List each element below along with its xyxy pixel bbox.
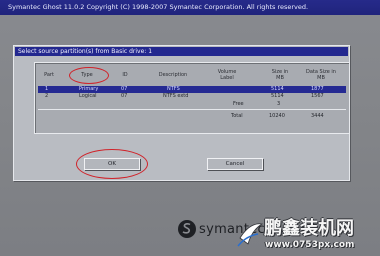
free-label: Free (233, 101, 244, 107)
partition-table: Part Type ID Description Volume Label Si… (34, 62, 350, 134)
total-size: 10240 (269, 113, 285, 119)
watermark-logo-icon (237, 223, 264, 247)
row1-data-size: 1877 (311, 86, 324, 92)
col-header-id: ID (122, 72, 128, 78)
annotation-circle-type (69, 67, 109, 84)
row2-part: 2 (45, 93, 49, 99)
row2-data-size: 1567 (311, 93, 324, 99)
window-title: Symantec Ghost 11.0.2 Copyright (C) 1998… (0, 0, 380, 15)
row2-size: 5114 (271, 93, 284, 99)
row1-description: NTFS (167, 86, 180, 92)
table-divider (38, 109, 346, 110)
row1-size: 5114 (271, 86, 284, 92)
ghost-screen: Symantec Ghost 11.0.2 Copyright (C) 1998… (0, 0, 380, 256)
symantec-logo-icon (178, 220, 196, 238)
total-data-size: 3444 (311, 113, 324, 119)
row2-type: Logical (79, 93, 97, 99)
total-label: Total (231, 113, 243, 119)
row1-part: 1 (45, 86, 49, 92)
col-header-description: Description (158, 72, 188, 78)
col-header-volume-label: Volume Label (217, 69, 237, 81)
annotation-circle-ok (76, 149, 148, 179)
watermark-site-name: 鹏鑫装机网 (264, 218, 354, 239)
row1-id: 07 (121, 86, 128, 92)
col-header-data-size: Data Size in MB (306, 69, 336, 81)
row2-description: NTFS extd (163, 93, 189, 99)
free-size: 3 (277, 101, 281, 107)
cancel-button[interactable]: Cancel (207, 158, 263, 170)
row1-type: Primary (79, 86, 99, 92)
watermark-url: www.0753px.com (265, 240, 355, 250)
col-header-part: Part (44, 72, 54, 78)
select-source-partition-dialog: Select source partition(s) from Basic dr… (13, 45, 350, 181)
dialog-caption: Select source partition(s) from Basic dr… (15, 47, 348, 56)
col-header-size: Size in MB (271, 69, 289, 81)
row2-id: 07 (121, 93, 128, 99)
